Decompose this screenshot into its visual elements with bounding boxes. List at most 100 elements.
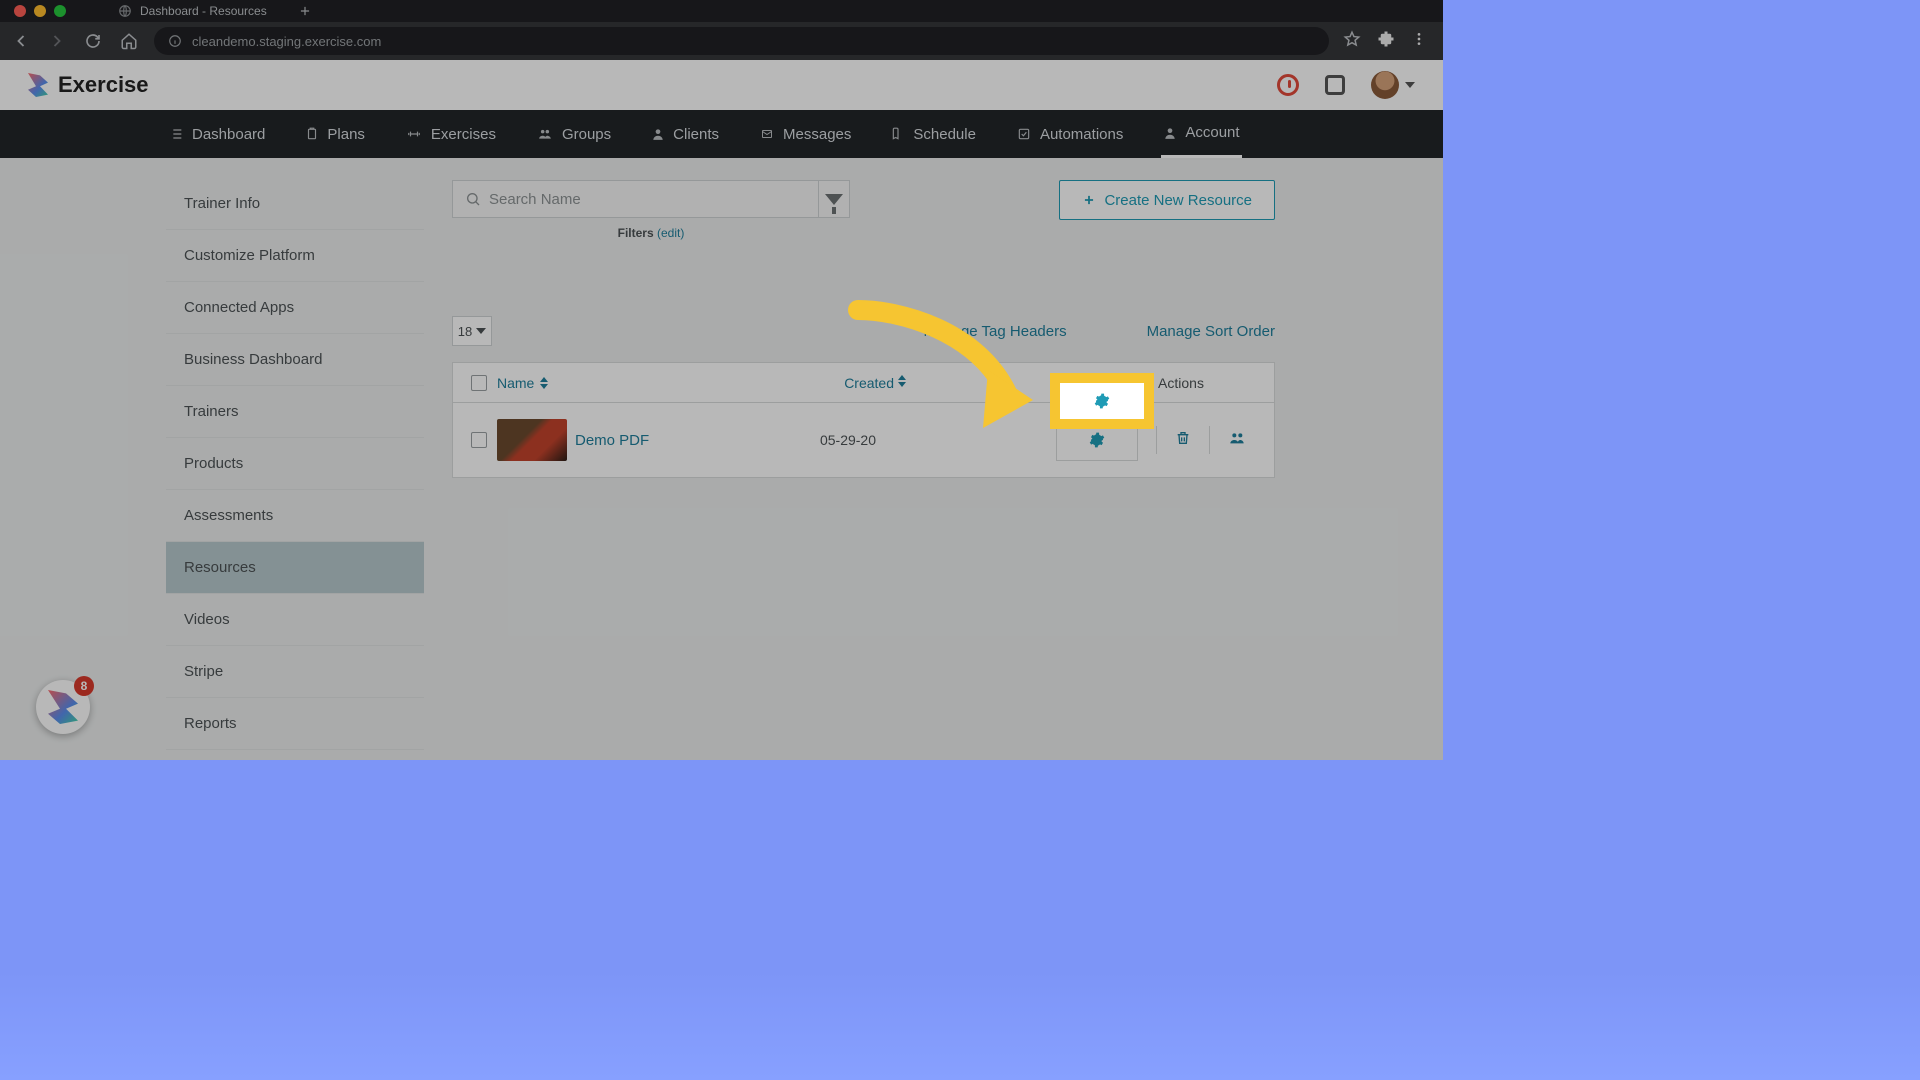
sidebar-item-products[interactable]: Products	[166, 438, 424, 490]
dumbbell-icon	[405, 127, 423, 141]
nav-clients[interactable]: Clients	[649, 110, 721, 158]
column-label: Created	[844, 375, 894, 391]
row-settings-button[interactable]	[1056, 419, 1138, 461]
forward-button[interactable]	[46, 30, 68, 52]
url-text: cleandemo.staging.exercise.com	[192, 34, 381, 49]
brand-logo-icon	[28, 73, 48, 97]
kebab-menu-icon[interactable]	[1411, 31, 1427, 52]
nav-plans[interactable]: Plans	[303, 110, 367, 158]
sidebar-item-videos[interactable]: Videos	[166, 594, 424, 646]
app-header: Exercise	[0, 60, 1443, 110]
row-delete-button[interactable]	[1175, 429, 1191, 452]
sidebar-item-trainers[interactable]: Trainers	[166, 386, 424, 438]
filter-icon	[825, 194, 843, 205]
nav-dashboard[interactable]: Dashboard	[166, 110, 267, 158]
nav-messages[interactable]: Messages	[757, 110, 853, 158]
new-tab-button[interactable]	[291, 0, 319, 25]
site-info-icon	[168, 34, 182, 48]
globe-icon	[118, 4, 132, 18]
close-window-icon[interactable]	[14, 5, 26, 17]
manage-sort-order-link[interactable]: Manage Sort Order	[1147, 323, 1275, 340]
search-input[interactable]: Search Name	[452, 180, 818, 218]
create-resource-button[interactable]: Create New Resource	[1059, 180, 1275, 220]
filters-edit-link[interactable]: (edit)	[657, 226, 684, 240]
row-checkbox[interactable]	[471, 432, 487, 448]
sidebar-item-resources[interactable]: Resources	[166, 542, 424, 594]
chevron-down-icon	[1405, 82, 1415, 88]
nav-label: Automations	[1040, 126, 1123, 143]
sidebar-item-customize-platform[interactable]: Customize Platform	[166, 230, 424, 282]
minimize-window-icon[interactable]	[34, 5, 46, 17]
profile-menu[interactable]	[1371, 71, 1415, 99]
browser-tabstrip: Dashboard - Resources	[0, 0, 1443, 22]
reload-button[interactable]	[82, 30, 104, 52]
avatar	[1371, 71, 1399, 99]
maximize-window-icon[interactable]	[54, 5, 66, 17]
nav-label: Exercises	[431, 126, 496, 143]
brand-name: Exercise	[58, 72, 149, 98]
sidebar-item-label: Connected Apps	[184, 299, 294, 316]
window-controls[interactable]	[0, 5, 66, 17]
help-widget[interactable]: 8	[36, 680, 90, 734]
checkbox-icon[interactable]	[1325, 75, 1345, 95]
nav-label: Messages	[783, 126, 851, 143]
sidebar-item-stripe[interactable]: Stripe	[166, 646, 424, 698]
sidebar-item-label: Trainers	[184, 403, 238, 420]
sidebar-item-reports[interactable]: Reports	[166, 698, 424, 750]
help-widget-badge: 8	[74, 676, 94, 696]
column-header-created[interactable]: Created	[844, 375, 906, 391]
users-icon	[536, 127, 554, 141]
nav-label: Groups	[562, 126, 611, 143]
sort-icon	[898, 375, 906, 387]
resource-thumbnail	[497, 419, 567, 461]
sidebar-item-label: Videos	[184, 611, 230, 628]
resource-name-link[interactable]: Demo PDF	[575, 432, 649, 449]
sidebar-item-business-dashboard[interactable]: Business Dashboard	[166, 334, 424, 386]
nav-label: Schedule	[913, 126, 976, 143]
browser-tab-title: Dashboard - Resources	[140, 4, 267, 18]
book-icon	[891, 126, 905, 142]
manage-tag-headers-link[interactable]: Manage Tag Headers	[923, 323, 1066, 340]
sidebar-item-assessments[interactable]: Assessments	[166, 490, 424, 542]
column-header-name[interactable]: Name	[497, 375, 548, 391]
chevron-down-icon	[476, 328, 486, 334]
created-date: 05-29-20	[820, 432, 876, 448]
browser-tab[interactable]: Dashboard - Resources	[106, 0, 279, 22]
list-icon	[168, 126, 184, 142]
back-button[interactable]	[10, 30, 32, 52]
brand[interactable]: Exercise	[28, 72, 149, 98]
help-widget-logo-icon	[48, 690, 78, 724]
filter-button[interactable]	[818, 180, 850, 218]
settings-sidebar: Trainer Info Customize Platform Connecte…	[166, 178, 424, 750]
bookmark-star-icon[interactable]	[1343, 30, 1361, 53]
extensions-icon[interactable]	[1377, 30, 1395, 53]
address-bar[interactable]: cleandemo.staging.exercise.com	[154, 27, 1329, 55]
gear-icon	[1089, 432, 1105, 448]
trash-icon	[1175, 429, 1191, 447]
users-icon	[1228, 430, 1246, 446]
mail-icon	[759, 128, 775, 140]
table-row: Demo PDF 05-29-20	[453, 403, 1274, 477]
row-share-button[interactable]	[1228, 430, 1246, 451]
nav-account[interactable]: Account	[1161, 110, 1241, 158]
page-size-select[interactable]: 18	[452, 316, 492, 346]
select-all-checkbox[interactable]	[471, 375, 487, 391]
resources-table: Name Created Actions Demo PDF 05-	[452, 362, 1275, 478]
sidebar-item-connected-apps[interactable]: Connected Apps	[166, 282, 424, 334]
check-square-icon	[1016, 127, 1032, 141]
browser-toolbar: cleandemo.staging.exercise.com	[0, 22, 1443, 60]
home-button[interactable]	[118, 30, 140, 52]
search-placeholder: Search Name	[489, 191, 581, 208]
page-size-value: 18	[458, 324, 472, 339]
clock-icon[interactable]	[1277, 74, 1299, 96]
sidebar-item-label: Customize Platform	[184, 247, 315, 264]
nav-schedule[interactable]: Schedule	[889, 110, 978, 158]
nav-exercises[interactable]: Exercises	[403, 110, 498, 158]
nav-groups[interactable]: Groups	[534, 110, 613, 158]
sidebar-item-label: Stripe	[184, 663, 223, 680]
table-header: Name Created Actions	[453, 363, 1274, 403]
sidebar-item-trainer-info[interactable]: Trainer Info	[166, 178, 424, 230]
nav-label: Account	[1185, 124, 1239, 141]
nav-automations[interactable]: Automations	[1014, 110, 1125, 158]
user-icon	[651, 126, 665, 142]
